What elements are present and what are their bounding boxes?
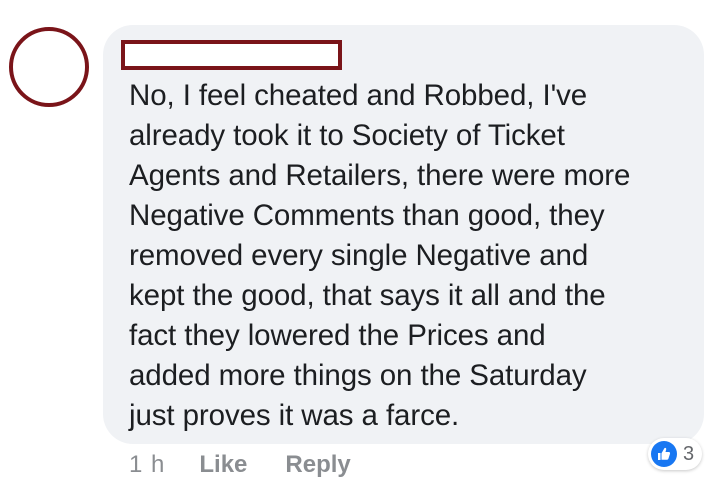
thumbs-up-icon — [658, 447, 671, 460]
reply-button[interactable]: Reply — [285, 451, 350, 479]
redacted-commenter-name — [121, 40, 342, 70]
reaction-count: 3 — [683, 442, 695, 465]
avatar[interactable] — [9, 27, 89, 107]
comment-timestamp[interactable]: 1 h — [129, 451, 165, 479]
comment-actions: 1 h Like Reply — [129, 450, 389, 480]
reaction-summary[interactable]: 3 — [648, 438, 703, 470]
like-button[interactable]: Like — [199, 451, 247, 479]
like-icon — [651, 441, 677, 467]
comment-text: No, I feel cheated and Robbed, I've alre… — [129, 79, 631, 432]
